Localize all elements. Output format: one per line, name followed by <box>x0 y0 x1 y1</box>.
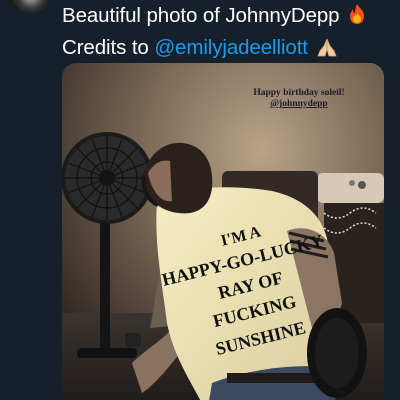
photo-illustration: I'M A HAPPY-GO-LUCKY RAY OF FUCKING SUNS… <box>62 63 384 400</box>
instagram-caption-sticker: Happy birthday soleil! @johnnydepp <box>240 88 358 110</box>
tweet-line-1: Beautiful photo of JohnnyDepp <box>62 1 396 33</box>
mention-link[interactable]: @emilyjadeelliott <box>154 36 308 59</box>
tweet-line-2: Credits to @emilyjadeelliott <box>62 33 396 65</box>
sticker-greeting: Happy birthday soleil! <box>253 88 345 98</box>
tweet-line-1-text: Beautiful photo of JohnnyDepp <box>62 4 340 27</box>
credits-prefix: Credits to <box>62 36 155 59</box>
tweet-text: Beautiful photo of JohnnyDepp Credits to… <box>62 1 396 65</box>
folded-hands-emoji-icon <box>316 36 338 65</box>
author-avatar[interactable] <box>9 0 49 14</box>
tweet-media-photo[interactable]: I'M A HAPPY-GO-LUCKY RAY OF FUCKING SUNS… <box>62 63 384 400</box>
fire-emoji-icon <box>347 3 367 33</box>
sticker-mention: @johnnydepp <box>270 99 328 109</box>
